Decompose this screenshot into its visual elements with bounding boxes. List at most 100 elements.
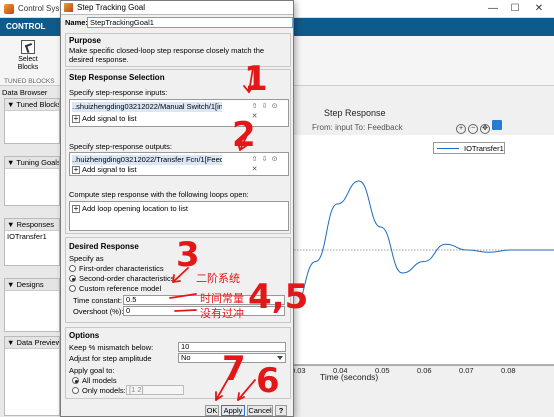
add-input-signal-button[interactable]: + Add signal to list: [72, 114, 137, 124]
overshoot-label: Overshoot (%):: [73, 307, 124, 316]
annotation-number-1: 1: [244, 59, 268, 99]
data-preview-section: ▼ Data Preview: [4, 336, 60, 416]
pan-icon[interactable]: ✥: [480, 124, 490, 134]
highlight-icon[interactable]: ⊙: [270, 155, 279, 164]
legend: IOTransfer1: [433, 142, 505, 154]
plus-icon: +: [72, 204, 80, 214]
apply-button[interactable]: Apply: [221, 405, 245, 416]
input-row-tools: ⇧ ⇩ ⊙✕: [250, 101, 288, 121]
app-title: Control Sys: [18, 4, 60, 13]
x-tick-label: 0.07: [459, 366, 474, 375]
dock-icon[interactable]: [492, 120, 502, 130]
move-down-icon[interactable]: ⇩: [260, 102, 269, 111]
annotation-number-6: 6: [256, 361, 280, 401]
tuned-blocks-section: ▼ Tuned Blocks: [4, 98, 60, 144]
plot-title: Step Response: [324, 108, 386, 118]
radio-button-selected[interactable]: [72, 377, 79, 384]
close-window-button[interactable]: ✕: [530, 2, 548, 16]
annotation-number-7: 7: [222, 349, 246, 389]
apply-goal-label: Apply goal to:: [69, 366, 115, 375]
tuned-blocks-header[interactable]: ▼ Tuned Blocks: [5, 99, 59, 111]
goal-name-input[interactable]: StepTrackingGoal1: [87, 17, 293, 28]
legend-swatch: [437, 148, 459, 149]
response-item-iotransfer1[interactable]: IOTransfer1: [5, 231, 59, 243]
cancel-button[interactable]: Cancel: [247, 405, 273, 416]
specify-as-label: Specify as: [69, 254, 104, 263]
only-models-input[interactable]: [1 2]: [126, 385, 184, 395]
data-preview-header[interactable]: ▼ Data Preview: [5, 337, 59, 349]
plot-toolbar: + − ✥: [456, 120, 504, 134]
dialog-title: Step Tracking Goal: [77, 3, 146, 12]
x-axis-label: Time (seconds): [320, 372, 379, 382]
first-order-radio[interactable]: First-order characteristics: [69, 264, 164, 273]
cursor-select-icon: [21, 40, 35, 54]
outputs-label: Specify step-response outputs:: [69, 142, 172, 151]
data-browser-panel: Data Browser ▼ Tuned Blocks ▼ Tuning Goa…: [0, 86, 60, 417]
dialog-titlebar: Step Tracking Goal: [61, 1, 293, 15]
purpose-heading: Purpose: [69, 36, 102, 45]
select-blocks-button[interactable]: Select Blocks: [8, 40, 48, 76]
input-signal-row[interactable]: ..shuizhengding03212022/Manual Switch/1[…: [72, 102, 222, 112]
minimize-button[interactable]: —: [484, 2, 502, 16]
add-output-signal-button[interactable]: + Add signal to list: [72, 165, 137, 175]
maximize-button[interactable]: ☐: [506, 2, 524, 16]
time-constant-label: Time constant:: [73, 296, 122, 305]
custom-reference-radio[interactable]: Custom reference model: [69, 284, 161, 293]
tab-control-system[interactable]: CONTROL: [6, 22, 46, 31]
move-down-icon[interactable]: ⇩: [260, 155, 269, 164]
legend-label: IOTransfer1: [464, 144, 504, 153]
output-row-tools: ⇧ ⇩ ⊙ ✕: [250, 154, 288, 174]
desired-response-heading: Desired Response: [69, 242, 139, 251]
add-loop-opening-button[interactable]: + Add loop opening location to list: [72, 204, 188, 214]
responses-header[interactable]: ▼ Responses: [5, 219, 59, 231]
zoom-in-icon[interactable]: +: [456, 124, 466, 134]
adjust-amplitude-label: Adjust for step amplitude: [69, 354, 152, 363]
matlab-icon: [64, 3, 73, 12]
data-browser-tab[interactable]: Data Browser: [2, 88, 47, 97]
plus-icon: +: [72, 165, 80, 175]
radio-button[interactable]: [69, 285, 76, 292]
step-response-selection-heading: Step Response Selection: [69, 73, 165, 82]
radio-button[interactable]: [69, 265, 76, 272]
designs-section: ▼ Designs: [4, 278, 60, 332]
delete-icon[interactable]: ✕: [250, 165, 259, 174]
options-heading: Options: [69, 331, 100, 340]
loops-open-label: Compute step response with the following…: [69, 190, 249, 199]
inputs-label: Specify step-response inputs:: [69, 88, 168, 97]
help-button[interactable]: ?: [275, 405, 287, 416]
matlab-icon: [4, 4, 14, 14]
move-up-icon[interactable]: ⇧: [250, 102, 259, 111]
move-up-icon[interactable]: ⇧: [250, 155, 259, 164]
loops-open-list: + Add loop opening location to list: [69, 201, 289, 231]
all-models-radio[interactable]: All models: [72, 376, 117, 385]
name-label: Name:: [65, 18, 88, 27]
plot-subtitle: From: input To: Feedback: [312, 123, 403, 132]
highlight-icon[interactable]: ⊙: [270, 102, 279, 111]
designs-header[interactable]: ▼ Designs: [5, 279, 59, 291]
annotation-number-2: 2: [232, 115, 256, 155]
inputs-list: ..shuizhengding03212022/Manual Switch/1[…: [69, 99, 289, 127]
annotation-second-order: 二阶系统: [196, 272, 240, 285]
outputs-list: ..huizhengding03212022/Transfer Fcn/1[Fe…: [69, 152, 289, 176]
tuned-blocks-group-label: TUNED BLOCKS: [4, 78, 55, 85]
zoom-out-icon[interactable]: −: [468, 124, 478, 134]
tuning-goals-section: ▼ Tuning Goals: [4, 156, 60, 206]
annotation-number-3: 3: [176, 235, 200, 275]
tuning-goals-header[interactable]: ▼ Tuning Goals: [5, 157, 59, 169]
responses-section: ▼ Responses IOTransfer1: [4, 218, 60, 266]
annotation-time-constant: 时间常量: [200, 292, 244, 305]
chevron-down-icon: [277, 356, 283, 360]
step-response-chart: [294, 135, 554, 366]
radio-button[interactable]: [72, 387, 79, 394]
x-tick-label: 0.08: [501, 366, 516, 375]
only-models-radio[interactable]: Only models:: [72, 386, 126, 395]
annotation-no-overshoot: 没有过冲: [200, 307, 244, 320]
select-blocks-label: Select Blocks: [17, 56, 39, 71]
second-order-radio[interactable]: Second-order characteristics: [69, 274, 174, 283]
plus-icon: +: [72, 114, 80, 124]
output-signal-row[interactable]: ..huizhengding03212022/Transfer Fcn/1[Fe…: [72, 155, 222, 165]
annotation-number-4-5: 4,5: [248, 277, 309, 317]
ok-button[interactable]: OK: [205, 405, 219, 416]
x-tick-label: 0.06: [417, 366, 432, 375]
radio-button-selected[interactable]: [69, 275, 76, 282]
